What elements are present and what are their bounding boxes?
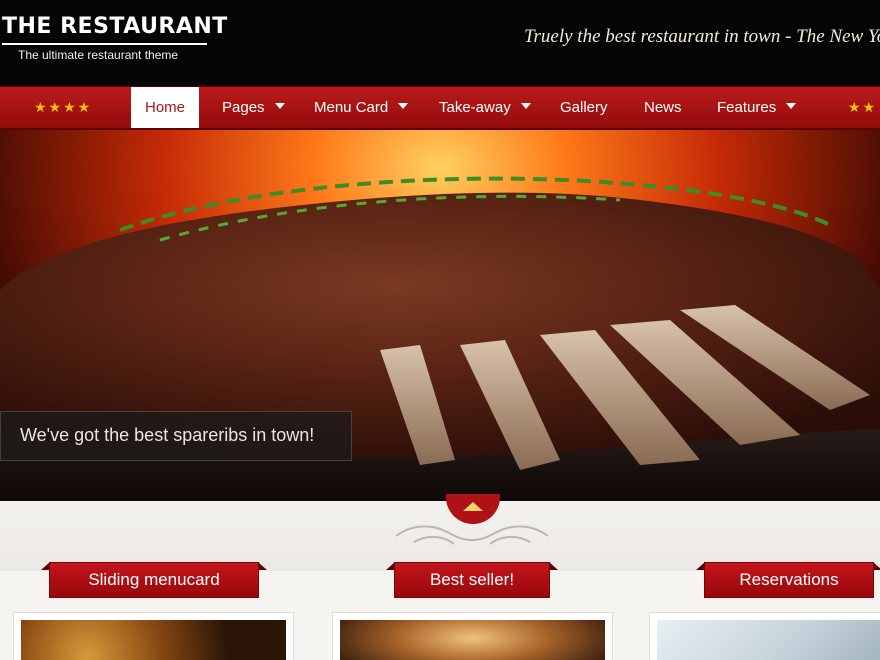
caret-down-icon bbox=[786, 103, 797, 110]
nav-label: Home bbox=[145, 99, 186, 116]
nav-item-menu-card[interactable]: Menu Card bbox=[314, 87, 409, 128]
nav-label: News bbox=[644, 99, 682, 116]
nav-item-features[interactable]: Features bbox=[717, 87, 797, 128]
hero-caption-text: We've got the best spareribs in town! bbox=[20, 425, 315, 445]
card-best-seller[interactable] bbox=[332, 612, 613, 660]
logo-title: THE RESTAURANT bbox=[2, 14, 228, 39]
card-reservations[interactable] bbox=[649, 612, 880, 660]
arrow-up-icon bbox=[463, 502, 483, 511]
hero-slider[interactable]: We've got the best spareribs in town! bbox=[0, 130, 880, 501]
main-navigation: ★★★★ Home Pages Menu Card Take-away Gall… bbox=[0, 86, 880, 130]
flourish-ornament-icon bbox=[395, 525, 549, 545]
nav-item-take-away[interactable]: Take-away bbox=[439, 87, 531, 128]
rating-stars-icon: ★★★★ bbox=[34, 99, 93, 115]
restaurant-interior-image bbox=[340, 620, 605, 660]
section-title: Sliding menucard bbox=[88, 570, 220, 589]
caret-down-icon bbox=[274, 103, 285, 110]
nav-label: Pages bbox=[222, 99, 265, 116]
section-ribbon-best-seller: Best seller! bbox=[386, 562, 558, 598]
header-tagline: Truely the best restaurant in town - The… bbox=[524, 26, 880, 47]
section-ribbon-reservations: Reservations bbox=[696, 562, 880, 598]
section-ribbon-sliding-menucard: Sliding menucard bbox=[41, 562, 267, 598]
nav-item-news[interactable]: News bbox=[644, 87, 682, 128]
logo-divider bbox=[2, 43, 207, 45]
card-sliding-menucard[interactable] bbox=[13, 612, 294, 660]
rating-stars-icon: ★★ bbox=[848, 99, 878, 115]
nav-label: Gallery bbox=[560, 99, 608, 116]
calendar-image bbox=[657, 620, 880, 660]
nav-label: Menu Card bbox=[314, 99, 389, 116]
logo-subtitle: The ultimate restaurant theme bbox=[18, 48, 179, 62]
caret-down-icon bbox=[520, 103, 531, 110]
site-logo[interactable]: THE RESTAURANT The ultimate restaurant t… bbox=[2, 12, 228, 62]
site-header: THE RESTAURANT The ultimate restaurant t… bbox=[0, 0, 880, 86]
food-image bbox=[21, 620, 286, 660]
section-title: Reservations bbox=[739, 570, 839, 589]
nav-item-gallery[interactable]: Gallery bbox=[560, 87, 608, 128]
caret-down-icon bbox=[398, 103, 409, 110]
nav-item-pages[interactable]: Pages bbox=[222, 87, 285, 128]
section-title: Best seller! bbox=[429, 570, 515, 589]
hero-caption: We've got the best spareribs in town! bbox=[0, 411, 352, 461]
nav-item-home[interactable]: Home bbox=[131, 87, 200, 128]
nav-label: Features bbox=[717, 99, 777, 116]
nav-label: Take-away bbox=[439, 99, 511, 116]
